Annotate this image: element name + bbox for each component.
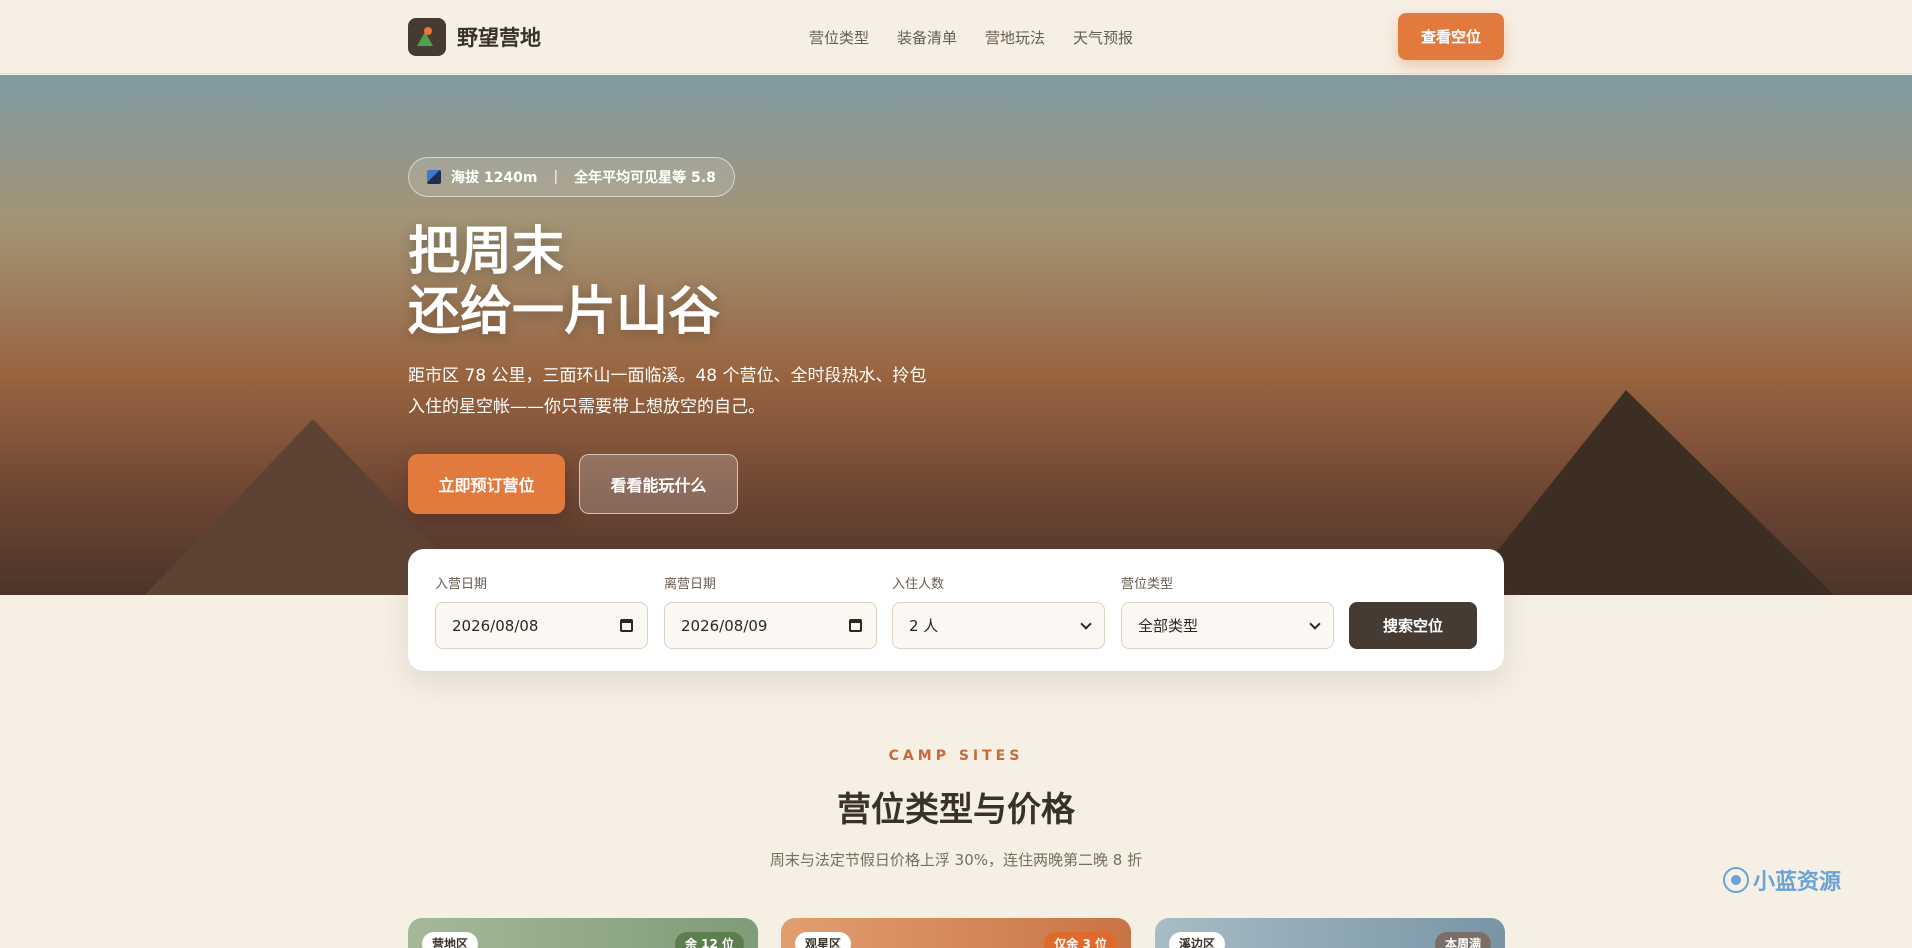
camp-logo-icon (408, 18, 446, 56)
chevron-down-icon (1309, 617, 1321, 630)
top-nav: 野望营地 营位类型 装备清单 营地玩法 天气预报 查看空位 (0, 0, 1912, 74)
nav-item-gear-list[interactable]: 装备清单 (897, 27, 957, 48)
guests-value: 2 人 (909, 617, 939, 635)
availability-badge: 本周满 (1434, 932, 1491, 948)
main-nav: 营位类型 装备清单 营地玩法 天气预报 (809, 27, 1133, 48)
section-subtitle: 周末与法定节假日价格上浮 30%，连住两晚第二晚 8 折 (769, 851, 1143, 869)
checkin-field: 入营日期 2026/08/08 (435, 573, 648, 649)
guests-field: 入住人数 2 人 (892, 573, 1105, 649)
mountain-right (1462, 390, 1834, 595)
site-type-value: 全部类型 (1138, 617, 1199, 635)
brand[interactable]: 野望营地 (408, 18, 541, 56)
section-eyebrow: CAMP SITES (888, 748, 1024, 764)
explore-activities-button[interactable]: 看看能玩什么 (579, 454, 738, 514)
site-type-field: 营位类型 全部类型 (1121, 573, 1334, 649)
nav-item-site-types[interactable]: 营位类型 (809, 27, 869, 48)
watermark-text: 小蓝资源 (1753, 870, 1842, 895)
star-visibility-text: 全年平均可见星等 5.8 (574, 170, 716, 186)
chevron-down-icon (1080, 617, 1092, 630)
nav-item-activities[interactable]: 营地玩法 (985, 27, 1045, 48)
altitude-text: 海拔 1240m (451, 170, 538, 186)
checkout-date-input[interactable]: 2026/08/09 (664, 602, 877, 649)
availability-badge: 余 12 位 (674, 932, 744, 948)
site-area-tag: 营地区 (422, 932, 479, 948)
search-availability-button[interactable]: 搜索空位 (1349, 602, 1477, 649)
hero-title-line-1: 把周末 (408, 222, 565, 282)
checkout-field: 离营日期 2026/08/09 (664, 573, 877, 649)
hero-title-line-2: 还给一片山谷 (408, 282, 721, 342)
site-card-camp[interactable]: 营地区 余 12 位 (408, 918, 758, 948)
hero-description: 距市区 78 公里，三面环山一面临溪。48 个营位、全时段热水、拎包入住的星空帐… (408, 366, 927, 417)
site-type-label: 营位类型 (1121, 577, 1174, 592)
nav-item-weather[interactable]: 天气预报 (1073, 27, 1133, 48)
hero-title: 把周末 还给一片山谷 (408, 222, 720, 342)
book-now-button[interactable]: 立即预订营位 (408, 454, 565, 514)
calendar-icon[interactable] (849, 619, 862, 632)
checkout-date-value: 2026/08/09 (681, 616, 768, 635)
site-area-tag: 观星区 (795, 932, 852, 948)
section-title: 营位类型与价格 (837, 790, 1075, 830)
checkin-date-value: 2026/08/08 (452, 616, 539, 635)
site-card-creekside[interactable]: 溪边区 本周满 (1155, 918, 1505, 948)
watermark-logo-icon (1723, 867, 1749, 893)
guests-label: 入住人数 (892, 577, 945, 592)
pill-separator: | (553, 169, 559, 185)
booking-bar: 入营日期 2026/08/08 离营日期 2026/08/09 入住人数 2 人… (408, 549, 1504, 671)
availability-badge: 仅余 3 位 (1044, 932, 1117, 948)
site-card-stargazing[interactable]: 观星区 仅余 3 位 (781, 918, 1131, 948)
watermark: 小蓝资源 (1723, 864, 1841, 896)
hero-info-pill: 海拔 1240m | 全年平均可见星等 5.8 (408, 157, 735, 197)
site-type-select[interactable]: 全部类型 (1121, 602, 1334, 649)
view-availability-button[interactable]: 查看空位 (1398, 13, 1504, 60)
calendar-icon[interactable] (620, 619, 633, 632)
checkout-label: 离营日期 (664, 577, 717, 592)
checkin-label: 入营日期 (435, 577, 488, 592)
brand-name: 野望营地 (457, 26, 541, 50)
site-area-tag: 溪边区 (1169, 932, 1226, 948)
checkin-date-input[interactable]: 2026/08/08 (435, 602, 648, 649)
guests-select[interactable]: 2 人 (892, 602, 1105, 649)
mountain-icon (427, 170, 441, 184)
hero: 海拔 1240m | 全年平均可见星等 5.8 把周末 还给一片山谷 距市区 7… (0, 75, 1912, 595)
